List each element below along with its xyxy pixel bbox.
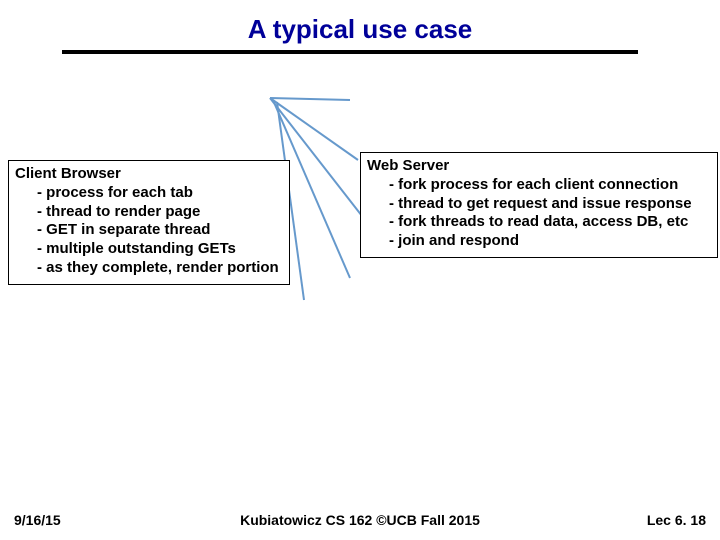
client-browser-header: Client Browser [15,165,283,184]
list-item: process for each tab [37,184,283,203]
list-item: GET in separate thread [37,221,283,240]
footer-center: Kubiatowicz CS 162 ©UCB Fall 2015 [0,512,720,528]
slide: A typical use case Client Browser proces… [0,0,720,540]
list-item: join and respond [389,232,711,251]
list-item: as they complete, render portion [37,259,283,278]
list-item: fork threads to read data, access DB, et… [389,213,711,232]
client-browser-box: Client Browser process for each tab thre… [8,160,290,285]
title-underline [62,50,638,54]
list-item: thread to render page [37,203,283,222]
web-server-box: Web Server fork process for each client … [360,152,718,258]
web-server-header: Web Server [367,157,711,176]
client-browser-list: process for each tab thread to render pa… [37,184,283,278]
list-item: fork process for each client connection [389,176,711,195]
footer-lec: Lec 6. 18 [647,512,706,528]
slide-title: A typical use case [0,14,720,45]
list-item: multiple outstanding GETs [37,240,283,259]
list-item: thread to get request and issue response [389,195,711,214]
web-server-list: fork process for each client connection … [389,176,711,251]
